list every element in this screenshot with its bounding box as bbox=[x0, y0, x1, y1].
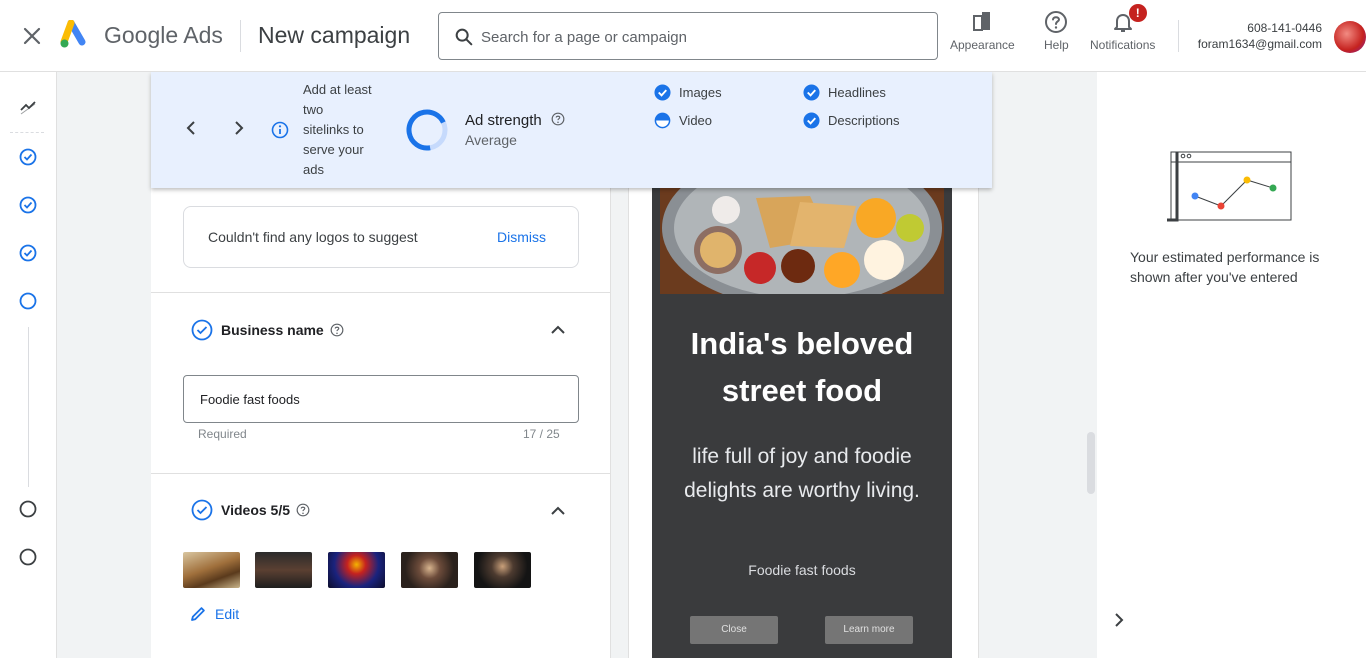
business-name-input[interactable] bbox=[183, 375, 579, 423]
logo-message: Couldn't find any logos to suggest bbox=[208, 229, 418, 245]
required-label: Required bbox=[198, 427, 247, 441]
edit-videos-button[interactable]: Edit bbox=[189, 605, 239, 623]
account-phone: 608-141-0446 bbox=[1247, 21, 1322, 35]
page-title: New campaign bbox=[258, 22, 411, 48]
appearance-button[interactable]: Appearance bbox=[950, 10, 1015, 52]
step-complete-icon[interactable] bbox=[19, 196, 37, 214]
check-video: Video bbox=[654, 112, 712, 129]
check-label: Images bbox=[679, 85, 722, 100]
step-rail bbox=[0, 72, 57, 658]
check-circle-icon bbox=[191, 499, 213, 521]
google-ads-logo bbox=[60, 20, 86, 48]
chevron-up-icon[interactable] bbox=[549, 321, 567, 339]
close-button[interactable]: Close bbox=[690, 616, 778, 644]
info-icon bbox=[271, 121, 289, 139]
videos-label: Videos 5/5 bbox=[221, 502, 291, 518]
divider bbox=[240, 20, 241, 52]
check-descriptions: Descriptions bbox=[803, 112, 900, 129]
divider bbox=[10, 132, 44, 133]
chevron-right-icon[interactable] bbox=[1111, 612, 1127, 628]
chevron-left-icon[interactable] bbox=[183, 120, 199, 136]
brand-name: Google Ads bbox=[104, 22, 223, 48]
check-filled-icon bbox=[803, 84, 820, 101]
close-icon[interactable] bbox=[20, 24, 44, 48]
scrollbar[interactable] bbox=[1087, 432, 1095, 494]
chart-illustration-icon bbox=[1167, 151, 1292, 222]
top-app-bar: Google Ads New campaign Appearance Help … bbox=[0, 0, 1366, 72]
appearance-icon bbox=[973, 12, 991, 31]
notification-badge: ! bbox=[1128, 4, 1147, 22]
ad-business-name: Foodie fast foods bbox=[748, 562, 856, 578]
step-pending-icon[interactable] bbox=[19, 548, 37, 566]
video-thumbnail[interactable] bbox=[328, 552, 385, 588]
step-connector bbox=[28, 327, 29, 487]
dismiss-button[interactable]: Dismiss bbox=[497, 229, 546, 245]
notifications-label: Notifications bbox=[1090, 38, 1156, 52]
check-label: Video bbox=[679, 113, 713, 128]
step-current-icon[interactable] bbox=[19, 292, 37, 310]
help-icon[interactable] bbox=[551, 112, 565, 126]
half-circle-icon bbox=[654, 112, 671, 129]
business-name-header[interactable]: Business name bbox=[191, 319, 344, 341]
video-thumbnail[interactable] bbox=[255, 552, 312, 588]
video-thumbnail[interactable] bbox=[401, 552, 458, 588]
notifications-button[interactable]: ! Notifications bbox=[1090, 4, 1156, 52]
learn-more-button[interactable]: Learn more bbox=[825, 616, 913, 644]
appearance-label: Appearance bbox=[950, 38, 1015, 52]
account-info[interactable]: 608-141-0446 foram1634@gmail.com bbox=[1198, 20, 1322, 52]
ad-preview: India's beloved street food life full of… bbox=[652, 188, 952, 658]
divider bbox=[151, 473, 611, 474]
avatar[interactable] bbox=[1334, 21, 1366, 53]
search-input[interactable] bbox=[481, 25, 921, 49]
step-complete-icon[interactable] bbox=[19, 148, 37, 166]
videos-header[interactable]: Videos 5/5 bbox=[191, 499, 310, 521]
performance-message: Your estimated performance is shown afte… bbox=[1130, 249, 1320, 285]
check-filled-icon bbox=[803, 112, 820, 129]
ad-strength-bar: Add at least two sitelinks to serve your… bbox=[151, 72, 992, 188]
help-button[interactable]: Help bbox=[1044, 10, 1069, 52]
chevron-right-icon[interactable] bbox=[231, 120, 247, 136]
edit-label: Edit bbox=[215, 606, 240, 622]
step-pending-icon[interactable] bbox=[19, 500, 37, 518]
search-box[interactable] bbox=[438, 12, 938, 60]
ad-headline: India's beloved street food bbox=[690, 326, 914, 408]
divider bbox=[151, 292, 611, 293]
business-name-label: Business name bbox=[221, 322, 324, 338]
search-icon bbox=[455, 28, 473, 46]
help-icon[interactable] bbox=[296, 503, 310, 517]
character-counter: 17 / 25 bbox=[523, 427, 560, 441]
divider bbox=[1178, 20, 1179, 52]
performance-panel: Your estimated performance is shown afte… bbox=[1097, 72, 1366, 658]
check-label: Headlines bbox=[828, 85, 886, 100]
ad-description: life full of joy and foodie delights are… bbox=[684, 445, 920, 502]
account-email: foram1634@gmail.com bbox=[1197, 37, 1322, 51]
food-image bbox=[660, 188, 944, 294]
ad-strength-label: Ad strength bbox=[465, 112, 542, 129]
chevron-up-icon[interactable] bbox=[549, 502, 567, 520]
pencil-icon bbox=[191, 607, 205, 621]
bell-icon: ! bbox=[1111, 4, 1147, 34]
help-icon[interactable] bbox=[330, 323, 344, 337]
trend-icon[interactable] bbox=[19, 98, 37, 116]
help-icon bbox=[1045, 11, 1068, 33]
check-circle-icon bbox=[191, 319, 213, 341]
step-complete-icon[interactable] bbox=[19, 244, 37, 262]
ad-strength-value: Average bbox=[465, 132, 517, 148]
check-label: Descriptions bbox=[828, 113, 900, 128]
check-images: Images bbox=[654, 84, 722, 101]
video-thumbnail[interactable] bbox=[183, 552, 240, 588]
check-headlines: Headlines bbox=[803, 84, 886, 101]
video-thumbnail[interactable] bbox=[474, 552, 531, 588]
check-filled-icon bbox=[654, 84, 671, 101]
ad-strength-ring bbox=[406, 109, 448, 151]
help-label: Help bbox=[1044, 38, 1069, 52]
logo-suggestion-card: Couldn't find any logos to suggest Dismi… bbox=[183, 206, 579, 268]
main-content: Couldn't find any logos to suggest Dismi… bbox=[57, 72, 1097, 658]
hint-text: Add at least two sitelinks to serve your… bbox=[303, 82, 372, 177]
